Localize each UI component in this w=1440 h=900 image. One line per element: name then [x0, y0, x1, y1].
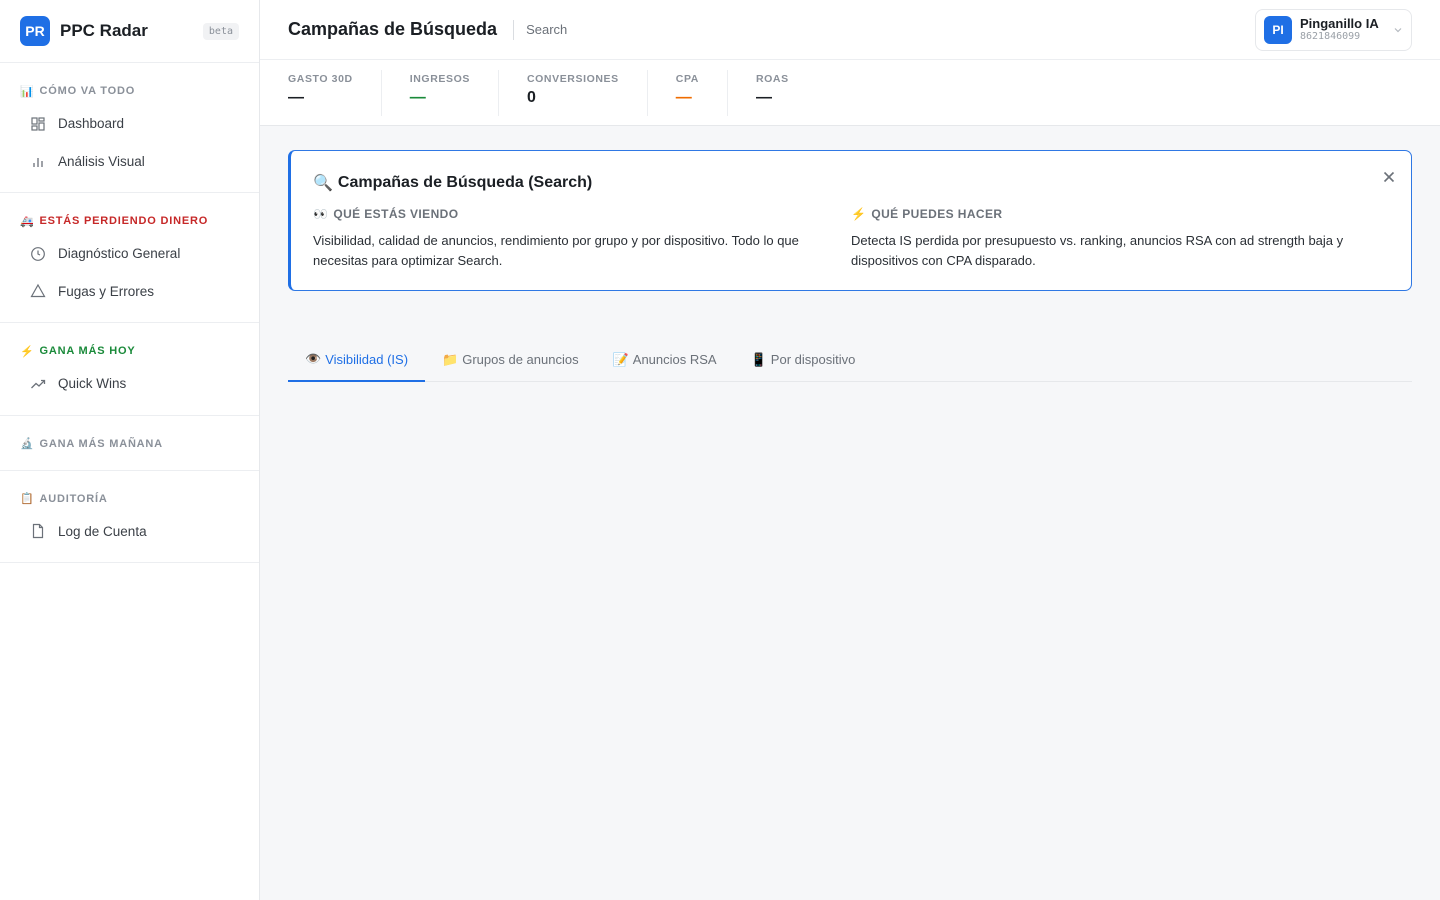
nav-section-gana-manana: 🔬 GANA MÁS MAÑANA — [0, 416, 259, 471]
info-column-title: ⚡ QUÉ PUEDES HACER — [851, 207, 1389, 221]
folder-emoji-icon: 📁 — [442, 351, 459, 367]
kpi-label: CONVERSIONES — [526, 73, 619, 85]
nav-section-auditoria: 📋 AUDITORÍA Log de Cuenta — [0, 471, 259, 563]
kpi-cpa: CPA — — [648, 70, 728, 116]
tab-label: Visibilidad (IS) — [325, 351, 409, 367]
bar-chart-icon — [33, 158, 43, 168]
nav-section-como-va-todo: 📊 CÓMO VA TODO Dashboard Análisis Visual — [0, 63, 259, 193]
nav-section-label: CÓMO VA TODO — [39, 85, 136, 97]
nav-section-title: 📋 AUDITORÍA — [0, 485, 259, 513]
phone-emoji-icon: 📱 — [750, 351, 767, 367]
sidebar-item-fugas-errores[interactable]: Fugas y Errores — [0, 273, 259, 311]
avatar: PI — [1264, 16, 1292, 44]
kpi-value: — — [755, 89, 772, 106]
kpi-label: INGRESOS — [409, 73, 470, 85]
sidebar-item-label: Diagnóstico General — [58, 246, 181, 262]
warning-icon — [30, 284, 46, 298]
info-column-title-text: QUÉ PUEDES HACER — [871, 207, 1003, 221]
nav-section-label: GANA MÁS HOY — [39, 345, 136, 357]
sidebar-item-log-cuenta[interactable]: Log de Cuenta — [0, 513, 259, 551]
microscope-emoji-icon: 🔬 — [20, 438, 35, 450]
trending-up-icon — [31, 379, 46, 389]
nav-section-title: 🔬 GANA MÁS MAÑANA — [0, 430, 259, 458]
account-selector[interactable]: PI Pinganillo IA 8621846099 — [1255, 9, 1412, 51]
kpi-label: GASTO 30D — [288, 73, 353, 85]
info-card-title: 🔍 Campañas de Búsqueda (Search) — [313, 173, 1389, 193]
nav-section-label: ESTÁS PERDIENDO DINERO — [39, 215, 209, 227]
kpi-roas: ROAS — — [728, 70, 817, 116]
brand-logo[interactable]: PR — [20, 16, 50, 46]
nav-section-title: 🚑 ESTÁS PERDIENDO DINERO — [0, 207, 259, 235]
nav-section-title: 📊 CÓMO VA TODO — [0, 77, 259, 105]
lightning-emoji-icon: ⚡ — [20, 345, 35, 358]
info-column-title: 👀 QUÉ ESTÁS VIENDO — [313, 207, 851, 221]
tab-grupos-anuncios[interactable]: 📁 Grupos de anuncios — [425, 338, 596, 381]
sidebar-item-label: Dashboard — [58, 116, 125, 132]
memo-emoji-icon: 📝 — [612, 351, 629, 367]
magnifier-emoji-icon: 🔍 — [313, 175, 333, 192]
account-info: Pinganillo IA 8621846099 — [1300, 17, 1379, 43]
lightning-emoji-icon: ⚡ — [851, 207, 867, 221]
clipboard-emoji-icon: 📋 — [20, 493, 35, 505]
info-column-text: Visibilidad, calidad de anuncios, rendim… — [313, 233, 799, 268]
brand: PR PPC Radar beta — [0, 0, 259, 63]
chevron-down-icon — [1394, 28, 1402, 33]
nav-section-label: GANA MÁS MAÑANA — [39, 437, 163, 450]
page-title: Campañas de Búsqueda — [288, 19, 498, 39]
tab-visibilidad[interactable]: 👁️ Visibilidad (IS) — [288, 338, 426, 382]
eye-emoji-icon: 👁️ — [305, 351, 322, 366]
ambulance-emoji-icon: 🚑 — [20, 215, 35, 228]
top-header: Campañas de Búsqueda Search PI Pinganill… — [260, 0, 1440, 60]
sidebar-item-label: Análisis Visual — [58, 153, 145, 169]
kpi-label: CPA — [675, 73, 699, 85]
info-column-title-text: QUÉ ESTÁS VIENDO — [333, 207, 459, 221]
kpi-gasto: GASTO 30D — — [288, 70, 382, 116]
tab-bar: 👁️ Visibilidad (IS) 📁 Grupos de anuncios… — [288, 338, 1412, 382]
info-card: 🔍 Campañas de Búsqueda (Search) 👀 QUÉ ES… — [288, 150, 1412, 291]
info-card-title-text: Campañas de Búsqueda (Search) — [337, 174, 593, 191]
tab-por-dispositivo[interactable]: 📱 Por dispositivo — [734, 338, 873, 381]
sidebar-item-dashboard[interactable]: Dashboard — [0, 105, 259, 143]
sidebar-item-label: Log de Cuenta — [58, 523, 147, 539]
nav-section-title: ⚡ GANA MÁS HOY — [0, 337, 259, 365]
close-icon[interactable] — [1381, 169, 1397, 185]
kpi-label: ROAS — [755, 73, 789, 85]
account-id: 8621846099 — [1300, 31, 1361, 42]
chart-emoji-icon: 📊 — [20, 85, 35, 98]
sidebar-item-label: Fugas y Errores — [58, 283, 155, 299]
kpi-value: — — [409, 89, 426, 106]
sidebar: PR PPC Radar beta 📊 CÓMO VA TODO Dashboa… — [0, 0, 260, 900]
file-icon — [32, 524, 44, 539]
sidebar-item-analisis-visual[interactable]: Análisis Visual — [0, 143, 259, 181]
info-columns: 👀 QUÉ ESTÁS VIENDO Visibilidad, calidad … — [313, 207, 1389, 271]
kpi-value: — — [288, 89, 304, 106]
tab-label: Por dispositivo — [770, 352, 856, 367]
grid-icon — [31, 117, 45, 131]
kpi-value: 0 — [526, 89, 536, 106]
kpi-conversiones: CONVERSIONES 0 — [499, 70, 648, 116]
sidebar-item-label: Quick Wins — [58, 376, 127, 392]
nav-section-label: AUDITORÍA — [39, 492, 108, 505]
kpi-value: — — [675, 89, 692, 106]
eyes-emoji-icon: 👀 — [313, 207, 329, 221]
sidebar-item-quick-wins[interactable]: Quick Wins — [0, 365, 259, 403]
tab-label: Grupos de anuncios — [462, 352, 579, 367]
kpi-ingresos: INGRESOS — — [382, 70, 499, 116]
tab-label: Anuncios RSA — [632, 352, 717, 367]
info-column-text: Detecta IS perdida por presupuesto vs. r… — [851, 233, 1344, 268]
info-column-que-hacer: ⚡ QUÉ PUEDES HACER Detecta IS perdida po… — [851, 207, 1389, 271]
beta-badge: beta — [202, 22, 239, 40]
brand-name[interactable]: PPC Radar — [60, 21, 148, 41]
nav-section-gana-hoy: ⚡ GANA MÁS HOY Quick Wins — [0, 323, 259, 416]
info-column-que-ves: 👀 QUÉ ESTÁS VIENDO Visibilidad, calidad … — [313, 207, 851, 271]
account-name: Pinganillo IA — [1300, 16, 1379, 31]
sidebar-item-diagnostico[interactable]: Diagnóstico General — [0, 235, 259, 273]
breadcrumb: Search — [513, 19, 567, 40]
clock-icon — [31, 246, 45, 261]
kpi-bar: GASTO 30D — INGRESOS — CONVERSIONES 0 CP… — [260, 60, 1440, 126]
tab-anuncios-rsa[interactable]: 📝 Anuncios RSA — [596, 338, 734, 381]
nav-section-perdiendo-dinero: 🚑 ESTÁS PERDIENDO DINERO Diagnóstico Gen… — [0, 193, 259, 323]
